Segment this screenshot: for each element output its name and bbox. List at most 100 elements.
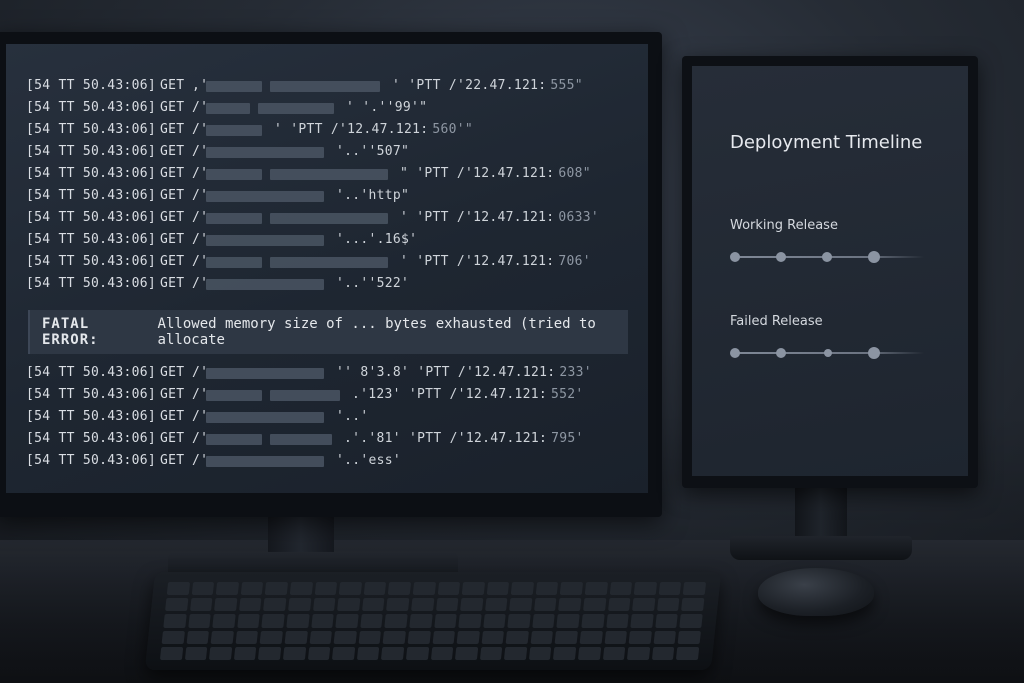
keyboard-key — [186, 630, 210, 644]
keyboard-key — [335, 614, 359, 628]
keyboard-key — [337, 598, 361, 612]
working-release-node[interactable] — [730, 252, 740, 262]
keyboard-key — [286, 614, 310, 628]
keyboard-key — [356, 646, 380, 660]
keyboard-key — [481, 630, 505, 644]
failed-release-node[interactable] — [824, 349, 832, 357]
keyboard-key — [258, 646, 282, 660]
side-monitor: Deployment Timeline Working Release Fail… — [682, 56, 978, 488]
keyboard-key — [486, 582, 510, 596]
redacted-text — [206, 168, 262, 180]
log-path-prefix: /' — [192, 453, 209, 468]
log-method: GET — [160, 431, 185, 446]
log-path-prefix: /' — [192, 122, 209, 137]
keyboard-key — [437, 582, 461, 596]
log-path-prefix: /' — [192, 254, 209, 269]
keyboard-key — [184, 646, 208, 660]
log-request-tail: ' '.''99'" — [346, 100, 428, 115]
keyboard-key — [307, 646, 331, 660]
keyboard-key — [212, 614, 236, 628]
keyboard-key — [287, 598, 311, 612]
redacted-text — [270, 389, 340, 401]
log-path-prefix: /' — [192, 276, 209, 291]
keyboard-key — [409, 614, 433, 628]
keyboard-key — [679, 614, 703, 628]
redacted-text — [206, 411, 324, 423]
log-row: [54 TT 50.43:06] GET /' '..'ess' — [26, 450, 626, 472]
working-release-node[interactable] — [868, 251, 880, 263]
keyboard-key — [314, 582, 338, 596]
redacted-text — [206, 102, 250, 114]
log-timestamp: [54 TT 50.43:06] — [26, 166, 157, 181]
log-row: [54 TT 50.43:06] GET /' '..' — [26, 406, 626, 428]
log-terminal-screen[interactable]: [54 TT 50.43:06] GET ,' ' 'PTT /'22.47.121:… — [6, 44, 648, 493]
log-row: [54 TT 50.43:06] GET /' '...'.16$' — [26, 229, 626, 251]
log-method: GET — [160, 78, 185, 93]
log-path-prefix: /' — [192, 100, 209, 115]
keyboard-key — [528, 646, 552, 660]
log-path-prefix: /' — [192, 431, 209, 446]
fatal-error-label: FATAL ERROR: — [42, 316, 99, 348]
keyboard-key — [189, 598, 213, 612]
keyboard-key — [284, 630, 308, 644]
log-row: [54 TT 50.43:06] GET /' '..''507" — [26, 141, 626, 163]
keyboard-key — [412, 582, 436, 596]
log-request-tail: '..''507" — [336, 144, 410, 159]
log-method: GET — [160, 188, 185, 203]
keyboard-key — [358, 630, 382, 644]
keyboard-key — [678, 630, 701, 644]
log-path-prefix: /' — [192, 387, 209, 402]
log-timestamp: [54 TT 50.43:06] — [26, 276, 157, 291]
log-request-tail: '..'ess' — [336, 453, 402, 468]
keyboard-key — [333, 630, 357, 644]
log-row: [54 TT 50.43:06] GET /' .'123' 'PTT /'12.47… — [26, 384, 626, 406]
log-method: GET — [160, 122, 185, 137]
log-port: 552' — [551, 387, 584, 402]
fatal-error-banner: FATAL ERROR: Allowed memory size of ... … — [28, 310, 628, 354]
log-list-top: [54 TT 50.43:06] GET ,' ' 'PTT /'22.47.121:… — [26, 75, 626, 295]
keyboard-key — [381, 646, 405, 660]
working-release-node[interactable] — [822, 252, 832, 262]
log-path-prefix: /' — [192, 210, 209, 225]
keyboard-key — [454, 646, 478, 660]
log-method: GET — [160, 100, 185, 115]
working-release-node[interactable] — [776, 252, 786, 262]
failed-release-node[interactable] — [730, 348, 740, 358]
keyboard-key — [265, 582, 289, 596]
keyboard-keys — [159, 582, 707, 660]
redacted-text — [206, 278, 324, 290]
keyboard-key — [504, 646, 528, 660]
keyboard-key — [460, 598, 484, 612]
log-path-prefix: /' — [192, 365, 209, 380]
keyboard-key — [602, 646, 626, 660]
redacted-text — [206, 256, 262, 268]
log-method: GET — [160, 409, 185, 424]
redacted-text — [206, 433, 262, 445]
log-timestamp: [54 TT 50.43:06] — [26, 387, 157, 402]
log-port: 555" — [550, 78, 583, 93]
keyboard-key — [533, 598, 557, 612]
log-method: GET — [160, 144, 185, 159]
keyboard-key — [532, 614, 556, 628]
keyboard-key — [360, 614, 384, 628]
log-path-prefix: /' — [192, 144, 209, 159]
failed-release-node[interactable] — [776, 348, 786, 358]
log-timestamp: [54 TT 50.43:06] — [26, 188, 157, 203]
keyboard-key — [681, 598, 705, 612]
log-timestamp: [54 TT 50.43:06] — [26, 100, 157, 115]
log-port: 233' — [559, 365, 592, 380]
redacted-text — [206, 190, 324, 202]
log-request-tail: '..'http" — [336, 188, 410, 203]
redacted-text — [258, 102, 334, 114]
keyboard-key — [187, 614, 211, 628]
keyboard-key — [165, 598, 188, 612]
log-port: 795' — [551, 431, 584, 446]
keyboard-key — [653, 630, 677, 644]
keyboard-key — [209, 646, 233, 660]
keyboard-key — [240, 582, 264, 596]
log-request-tail: ' 'PTT /'12.47.121: — [274, 122, 429, 137]
log-timestamp: [54 TT 50.43:06] — [26, 210, 157, 225]
failed-release-node[interactable] — [868, 347, 880, 359]
redacted-text — [206, 146, 324, 158]
log-port: 706' — [558, 254, 591, 269]
